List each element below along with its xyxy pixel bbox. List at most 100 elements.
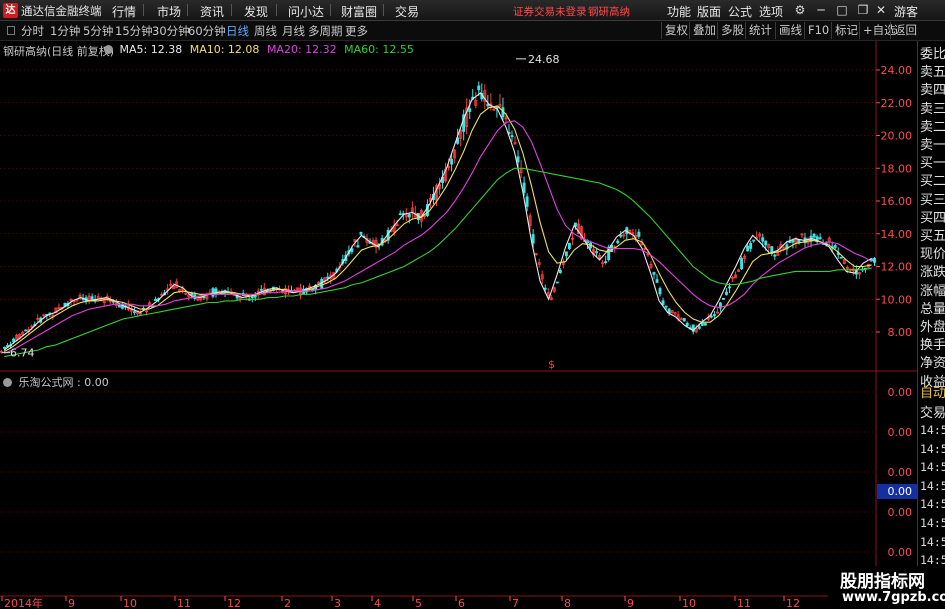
candle-body	[398, 213, 402, 216]
menu-market[interactable]: 市场	[157, 3, 181, 20]
adjust-button[interactable]: 复权	[661, 22, 691, 39]
menu-divider	[143, 4, 144, 16]
ma10-legend: MA10: 12.08	[189, 43, 260, 56]
candle-body	[685, 322, 689, 326]
draw-line-button[interactable]: 画线	[775, 22, 805, 39]
menu-wealth-circle[interactable]: 财富圈	[341, 3, 377, 20]
side-auto-trade[interactable]: 自动	[920, 382, 945, 401]
legend-toggle-icon[interactable]	[104, 45, 113, 54]
period-1min[interactable]: 1分钟	[50, 23, 80, 39]
menu-quotes[interactable]: 行情	[112, 3, 136, 20]
price-label: 12.00	[881, 261, 913, 274]
back-button[interactable]: 返回	[890, 22, 920, 39]
period-60min[interactable]: 60分钟	[188, 23, 226, 39]
menu-formula[interactable]: 公式	[728, 3, 752, 20]
menu-trade[interactable]: 交易	[395, 3, 419, 20]
side-trade[interactable]: 交易	[920, 402, 945, 421]
period-more[interactable]: 更多	[345, 23, 368, 39]
side-item: 买四	[920, 210, 945, 226]
side-item: 涨跌	[920, 265, 945, 281]
candle-body	[655, 279, 659, 283]
trade-login-status[interactable]: 证券交易未登录	[513, 4, 587, 19]
candle-body	[516, 156, 520, 163]
trade-time: 14:56	[920, 441, 945, 456]
side-item: 卖一	[920, 138, 945, 153]
ma-legend: MA5: 12.38 MA10: 12.08 MA20: 12.32 MA60:…	[104, 43, 414, 56]
period-monthly[interactable]: 月线	[282, 23, 305, 39]
f10-button[interactable]: F10	[804, 22, 832, 39]
indicator-toggle-icon[interactable]	[3, 378, 12, 387]
kline-chart[interactable]: 24.0022.0020.0018.0016.0014.0012.0010.00…	[0, 41, 917, 609]
candle-body	[525, 196, 529, 207]
candle-body	[132, 311, 136, 314]
close-icon[interactable]: ✕	[873, 2, 889, 18]
candle-body	[154, 298, 158, 301]
candle-body	[24, 329, 28, 332]
candle-body	[664, 305, 668, 308]
price-label: 20.00	[881, 130, 913, 143]
candle-body	[752, 239, 756, 242]
candle-body	[703, 323, 707, 326]
maximize-icon[interactable]: □	[834, 2, 850, 18]
side-item: 换手	[920, 338, 945, 354]
candle-body	[567, 242, 571, 249]
guest-account[interactable]: 游客	[894, 3, 918, 20]
price-label: 14.00	[881, 228, 913, 241]
side-item: 卖四	[920, 83, 945, 99]
watermark-url: www.7gpzb.com	[842, 590, 945, 605]
candle-body	[839, 256, 843, 259]
kline-chart-area[interactable]: 24.00 22.00 20.00 18.00 16.00 14.00 12.00 10.00…	[0, 41, 917, 609]
menu-ask-xiaoda[interactable]: 问小达	[288, 3, 324, 20]
candle-body	[407, 214, 411, 218]
menu-options[interactable]: 选项	[759, 3, 783, 20]
menu-divider	[187, 4, 188, 16]
time-label: 3	[334, 597, 341, 609]
candle-body	[697, 326, 701, 329]
period-15min[interactable]: 15分钟	[115, 23, 153, 39]
menu-functions[interactable]: 功能	[667, 3, 691, 20]
candle-body	[725, 291, 728, 295]
candle-body	[253, 295, 257, 298]
side-item: 买二	[920, 174, 945, 190]
candle-body	[522, 182, 526, 193]
time-label: 10	[682, 597, 696, 609]
app-logo-icon: 达	[3, 3, 18, 18]
menu-news[interactable]: 资讯	[200, 3, 224, 20]
settings-icon[interactable]: ⚙	[792, 2, 808, 18]
period-weekly[interactable]: 周线	[254, 23, 277, 39]
candle-body	[543, 287, 547, 290]
time-label: 11	[737, 597, 751, 609]
mark-button[interactable]: 标记	[831, 22, 861, 39]
trade-time: 14:56	[920, 497, 945, 512]
side-item: 买五	[920, 229, 945, 244]
candle-body	[564, 251, 568, 257]
menu-layout[interactable]: 版面	[697, 3, 721, 20]
candle-body	[709, 315, 713, 318]
sub-value-label: 0.00	[888, 506, 913, 519]
period-30min[interactable]: 30分钟	[152, 23, 190, 39]
statistics-button[interactable]: 统计	[745, 22, 775, 39]
menu-discover[interactable]: 发现	[244, 3, 268, 20]
period-daily[interactable]: 日线	[226, 23, 249, 39]
sub-legend: 乐淘公式网 : 0.00	[3, 374, 109, 390]
candle-body	[531, 234, 535, 244]
multi-stock-button[interactable]: 多股	[717, 22, 747, 39]
candle-body	[558, 269, 562, 274]
period-multi[interactable]: 多周期	[308, 23, 343, 39]
current-value-label: 0.00	[888, 485, 913, 498]
candle-body	[661, 300, 665, 305]
side-item: 涨幅	[920, 283, 945, 299]
overlay-button[interactable]: 叠加	[689, 22, 719, 39]
time-label: 12	[786, 597, 800, 609]
toolbar-collapse-icon[interactable]	[7, 26, 15, 35]
sub-value-label: 0.00	[888, 426, 913, 439]
price-label: 16.00	[881, 195, 913, 208]
minimize-icon[interactable]: ─	[813, 2, 829, 18]
candle-body	[712, 314, 716, 316]
period-5min[interactable]: 5分钟	[83, 23, 113, 39]
side-item: 现价	[920, 247, 945, 263]
time-label: 10	[123, 597, 137, 609]
menu-bar: 达 通达信金融终端 行情 市场 资讯 发现 问小达 财富圈 交易 证券交易未登录…	[0, 0, 945, 21]
period-intraday[interactable]: 分时	[21, 23, 44, 39]
restore-icon[interactable]: ❐	[855, 2, 871, 18]
